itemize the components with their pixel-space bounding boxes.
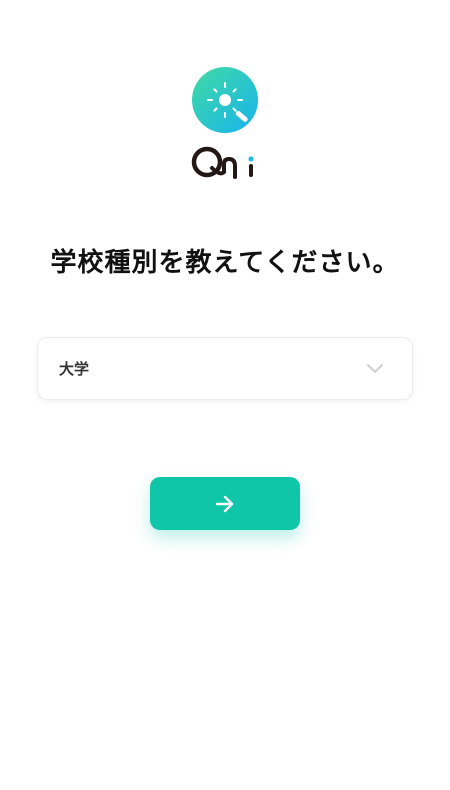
chevron-down-icon <box>367 364 383 373</box>
question-title: 学校種別を教えてください。 <box>50 248 400 278</box>
qni-wordmark-icon <box>191 146 254 179</box>
qni-logo-icon <box>192 67 258 133</box>
next-button[interactable] <box>150 477 300 530</box>
arrow-right-icon <box>215 495 234 513</box>
school-type-select[interactable]: 大学 <box>37 337 413 400</box>
selected-school-type: 大学 <box>59 360 90 378</box>
